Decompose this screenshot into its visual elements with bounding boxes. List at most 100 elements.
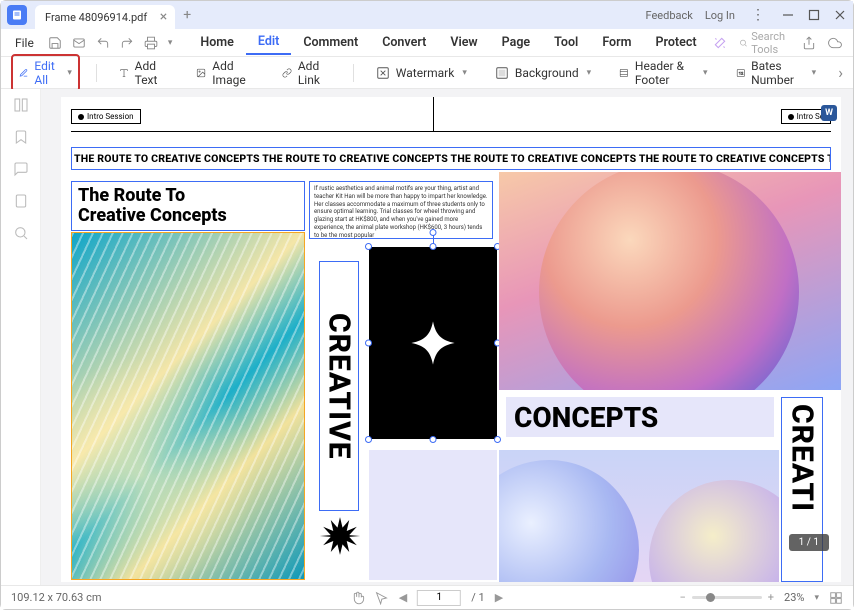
add-image-button[interactable]: Add Image xyxy=(190,55,260,91)
bates-number-button[interactable]: 12 Bates Number ▾ xyxy=(730,55,823,91)
toolbar-scroll-right-icon[interactable]: › xyxy=(838,63,843,82)
gradient-orb-image-2[interactable] xyxy=(499,450,779,582)
vertical-divider xyxy=(433,97,434,131)
separator xyxy=(96,64,97,82)
search-placeholder: Search Tools xyxy=(751,30,790,56)
select-tool-icon[interactable] xyxy=(375,591,389,605)
header-footer-button[interactable]: Header & Footer ▾ xyxy=(613,55,713,91)
edit-all-label: Edit All xyxy=(34,59,59,87)
redo-icon[interactable] xyxy=(120,36,134,50)
description-text-box[interactable]: If rustic aesthetics and animal motifs a… xyxy=(309,181,493,239)
menu-protect[interactable]: Protect xyxy=(644,31,709,54)
comment-icon[interactable] xyxy=(13,161,29,177)
creative-vertical-box-2[interactable]: CREATI xyxy=(781,397,823,582)
menu-home[interactable]: Home xyxy=(188,31,246,54)
add-text-label: Add Text xyxy=(135,59,169,87)
close-window-icon[interactable] xyxy=(833,8,847,22)
creative-vertical-box[interactable]: CREATIVE xyxy=(319,261,359,511)
title-text-box[interactable]: The Route To Creative Concepts xyxy=(71,181,305,231)
menu-comment[interactable]: Comment xyxy=(291,31,370,54)
fit-view-icon[interactable] xyxy=(829,591,843,605)
hand-tool-icon[interactable] xyxy=(351,591,365,605)
pdf-page: Intro Session Intro Se W THE ROUTE TO CR… xyxy=(61,97,841,582)
document-name: Frame 48096914.pdf xyxy=(45,11,147,24)
add-link-label: Add Link xyxy=(298,59,331,87)
dimensions-readout: 109.12 x 70.63 cm xyxy=(11,591,102,604)
bates-label: Bates Number xyxy=(751,59,804,87)
zoom-track[interactable] xyxy=(692,596,762,599)
menu-edit[interactable]: Edit xyxy=(246,30,291,55)
next-page-icon[interactable]: ▶ xyxy=(495,591,503,604)
menu-tool[interactable]: Tool xyxy=(542,31,590,54)
file-menu[interactable]: File xyxy=(9,36,40,50)
resize-handle-w[interactable] xyxy=(365,340,372,347)
resize-handle-s[interactable] xyxy=(430,436,437,443)
marble-image[interactable] xyxy=(71,232,305,580)
resize-handle-nw[interactable] xyxy=(365,243,372,250)
minimize-icon[interactable] xyxy=(781,8,795,22)
zoom-out-icon[interactable]: − xyxy=(680,591,686,604)
attachment-icon[interactable] xyxy=(13,193,29,209)
search-panel-icon[interactable] xyxy=(13,225,29,241)
add-text-button[interactable]: Add Text xyxy=(113,55,175,91)
page-indicator-badge: 1 / 1 xyxy=(789,534,829,551)
share-icon[interactable] xyxy=(802,36,816,50)
gradient-orb-image-1[interactable] xyxy=(499,172,841,390)
watermark-button[interactable]: Watermark ▾ xyxy=(370,62,473,84)
wand-icon[interactable] xyxy=(713,36,727,50)
menu-page[interactable]: Page xyxy=(490,31,543,54)
edit-all-button[interactable]: Edit All ▾ xyxy=(11,54,80,92)
chevron-down-icon: ▾ xyxy=(462,68,467,78)
menu-view[interactable]: View xyxy=(438,31,489,54)
marquee-text-box[interactable]: THE ROUTE TO CREATIVE CONCEPTS THE ROUTE… xyxy=(71,147,831,170)
chevron-down-icon: ▾ xyxy=(703,68,708,78)
resize-handle-se[interactable] xyxy=(494,436,501,443)
prev-page-icon[interactable]: ◀ xyxy=(399,591,407,604)
feedback-link[interactable]: Feedback xyxy=(645,9,692,22)
add-link-button[interactable]: Add Link xyxy=(276,55,337,91)
menu-form[interactable]: Form xyxy=(590,31,643,54)
concepts-text-box[interactable]: CONCEPTS xyxy=(506,397,774,437)
starburst-icon[interactable] xyxy=(319,515,361,557)
bookmark-icon[interactable] xyxy=(13,129,29,145)
word-badge-icon[interactable]: W xyxy=(821,105,837,121)
cloud-icon[interactable] xyxy=(828,36,842,50)
page-number-input[interactable] xyxy=(417,590,461,606)
save-icon[interactable] xyxy=(48,36,62,50)
menu-convert[interactable]: Convert xyxy=(370,31,438,54)
left-sidebar xyxy=(1,89,41,585)
print-icon[interactable] xyxy=(144,36,158,50)
close-tab-icon[interactable]: × xyxy=(160,9,167,25)
intro-tag-left[interactable]: Intro Session xyxy=(71,109,141,124)
new-tab-button[interactable]: + xyxy=(183,7,191,23)
zoom-thumb[interactable] xyxy=(706,593,715,602)
zoom-slider[interactable]: − + xyxy=(680,591,775,604)
resize-handle-sw[interactable] xyxy=(365,436,372,443)
qat-dropdown-icon[interactable]: ▾ xyxy=(168,38,173,48)
lavender-box[interactable] xyxy=(369,450,497,580)
mail-icon[interactable] xyxy=(72,36,86,50)
resize-handle-n[interactable] xyxy=(430,243,437,250)
document-tab[interactable]: Frame 48096914.pdf × xyxy=(35,5,175,29)
login-link[interactable]: Log In xyxy=(705,9,735,22)
black-card-selected[interactable] xyxy=(369,247,497,439)
background-button[interactable]: Background ▾ xyxy=(489,62,597,84)
kebab-menu-icon[interactable]: ⋮ xyxy=(747,7,769,23)
header-footer-label: Header & Footer xyxy=(635,59,695,87)
search-tools[interactable]: Search Tools xyxy=(739,30,791,56)
zoom-dropdown-icon[interactable]: ▾ xyxy=(814,593,819,603)
title-line1: The Route To xyxy=(78,186,298,206)
svg-text:12: 12 xyxy=(738,70,743,75)
canvas-area[interactable]: Intro Session Intro Se W THE ROUTE TO CR… xyxy=(41,89,853,585)
undo-icon[interactable] xyxy=(96,36,110,50)
chevron-down-icon: ▾ xyxy=(587,68,592,78)
chevron-down-icon: ▾ xyxy=(67,68,72,78)
zoom-readout[interactable]: 23% xyxy=(784,591,804,604)
rotate-handle[interactable] xyxy=(430,229,437,236)
thumbnails-icon[interactable] xyxy=(13,97,29,113)
title-bar: Frame 48096914.pdf × + Feedback Log In ⋮ xyxy=(1,1,853,29)
zoom-in-icon[interactable]: + xyxy=(768,591,774,604)
main-area: ▸ Intro Session Intro Se W THE ROUTE TO … xyxy=(1,89,853,585)
title-line2: Creative Concepts xyxy=(78,206,298,226)
maximize-icon[interactable] xyxy=(807,8,821,22)
